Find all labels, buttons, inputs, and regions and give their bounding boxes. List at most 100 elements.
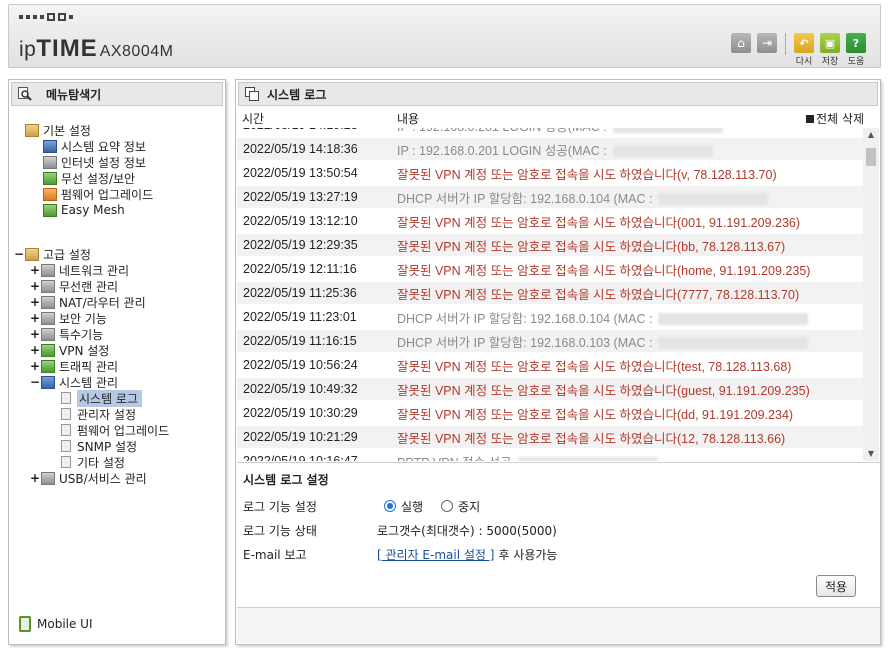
log-row: 2022/05/19 11:23:01 DHCP 서버가 IP 할당함: 192.… (237, 306, 864, 328)
radio-stop[interactable]: 중지 (441, 498, 480, 515)
page-icon (61, 408, 71, 420)
tree-item-wireless-security[interactable]: 무선 설정/보안 (43, 170, 135, 186)
redacted-mac (612, 128, 723, 134)
tree-item-traffic[interactable]: + 트래픽 관리 (29, 358, 118, 374)
log-message-text: IP : 192.168.0.201 LOGIN 성공(MAC : (397, 143, 607, 158)
log-time: 2022/05/19 13:50:54 (243, 166, 358, 180)
log-row: 2022/05/19 13:12:10 잘못된 VPN 계정 또는 암호로 접속을… (237, 210, 864, 232)
tree-item-system-manage[interactable]: − 시스템 관리 (29, 374, 118, 390)
tree-advanced-settings[interactable]: − 고급 설정 (13, 246, 91, 262)
menu-explorer-panel: 메뉴탐색기 기본 설정 시스템 요약 정보 인터넷 설정 정보 무선 설정/보안… (8, 79, 226, 645)
tree-label: 기본 설정 (43, 123, 91, 138)
radio-run[interactable]: 실행 (384, 498, 423, 515)
expand-toggle-icon[interactable]: + (29, 471, 41, 485)
tree-label: USB/서비스 관리 (59, 471, 147, 486)
logout-icon[interactable]: ⇥ (757, 33, 777, 53)
tree-label: 특수기능 (59, 327, 104, 342)
tree-item-system-summary[interactable]: 시스템 요약 정보 (43, 138, 146, 154)
tree-item-internet-info[interactable]: 인터넷 설정 정보 (43, 154, 146, 170)
log-message: IP : 192.168.0.201 LOGIN 성공(MAC : (397, 128, 723, 135)
tree-item-easy-mesh[interactable]: Easy Mesh (43, 202, 125, 218)
log-message-text: 잘못된 VPN 계정 또는 암호로 접속을 시도 하였습니다(guest, 91… (397, 383, 810, 398)
log-time: 2022/05/19 11:16:15 (243, 334, 357, 348)
log-row: 2022/05/19 11:25:36 잘못된 VPN 계정 또는 암호로 접속을… (237, 282, 864, 304)
log-message-text: DHCP 서버가 IP 할당함: 192.168.0.104 (MAC : (397, 311, 653, 326)
log-message: 잘못된 VPN 계정 또는 암호로 접속을 시도 하였습니다(dd, 91.19… (397, 404, 793, 423)
log-row: 2022/05/19 10:16:47 PPTP VPN 접속 성공 (237, 450, 864, 461)
apply-button[interactable]: 적용 (816, 575, 856, 597)
network-icon (41, 263, 55, 277)
tree-item-system-log[interactable]: 시스템 로그 (61, 389, 143, 407)
tree-item-special[interactable]: + 특수기능 (29, 326, 103, 342)
save-icon: ▣ (820, 33, 840, 53)
expand-toggle-icon[interactable]: + (29, 311, 41, 325)
tree-label: Easy Mesh (61, 203, 125, 217)
scroll-up-icon[interactable]: ▲ (863, 128, 879, 142)
log-row: 2022/05/19 10:21:29 잘못된 VPN 계정 또는 암호로 접속을… (237, 426, 864, 448)
tree-label: NAT/라우터 관리 (59, 295, 146, 310)
collapse-toggle-icon[interactable]: − (13, 247, 25, 261)
redacted-mac (658, 337, 809, 350)
tree-item-snmp[interactable]: SNMP 설정 (61, 438, 137, 454)
page-icon (61, 456, 71, 468)
traffic-icon (41, 359, 55, 373)
tree-item-vpn[interactable]: + VPN 설정 (29, 342, 109, 358)
expand-toggle-icon[interactable]: + (29, 295, 41, 309)
log-message-text: PPTP VPN 접속 성공 (397, 456, 512, 462)
log-message: DHCP 서버가 IP 할당함: 192.168.0.104 (MAC : (397, 188, 769, 207)
log-message-text: 잘못된 VPN 계정 또는 암호로 접속을 시도 하였습니다(test, 78.… (397, 359, 792, 374)
lock-icon (41, 311, 55, 325)
tree-item-security[interactable]: + 보안 기능 (29, 310, 107, 326)
log-row: 2022/05/19 14:18:36 IP : 192.168.0.201 LO… (237, 138, 864, 160)
tree-item-etc-settings[interactable]: 기타 설정 (61, 454, 125, 470)
expand-toggle-icon[interactable]: + (29, 359, 41, 373)
expand-toggle-icon[interactable]: + (29, 327, 41, 341)
tree-item-usb-service[interactable]: + USB/서비스 관리 (29, 470, 147, 486)
chart-icon (43, 139, 57, 153)
system-log-label: 시스템 로그 (267, 87, 327, 102)
log-settings-section: 시스템 로그 설정 로그 기능 설정 실행 중지 로그 기능 상태 로그갯수(최… (237, 462, 880, 605)
mesh-icon (43, 203, 57, 217)
radio-stop-icon (441, 500, 454, 512)
vpn-icon (41, 343, 55, 357)
scroll-thumb[interactable] (866, 148, 876, 166)
tree-label: 무선 설정/보안 (61, 171, 136, 186)
tree-label: 펌웨어 업그레이드 (77, 423, 170, 438)
log-settings-title: 시스템 로그 설정 (243, 473, 329, 487)
special-icon (41, 327, 55, 341)
expand-toggle-icon[interactable]: + (29, 263, 41, 277)
tree-item-admin-settings[interactable]: 관리자 설정 (61, 406, 136, 422)
tree-label: 네트워크 관리 (59, 263, 130, 278)
admin-email-settings-link[interactable]: [ 관리자 E-mail 설정 ] (377, 546, 494, 563)
log-list[interactable]: 2022/05/19 14:19:23 IP : 192.168.0.201 LO… (237, 128, 864, 461)
log-message: 잘못된 VPN 계정 또는 암호로 접속을 시도 하였습니다(12, 78.12… (397, 428, 785, 447)
tree-label: SNMP 설정 (77, 439, 138, 454)
help-button[interactable]: ? 도움 (846, 33, 866, 67)
collapse-toggle-icon[interactable]: − (29, 375, 41, 389)
tree-item-firmware-advanced[interactable]: 펌웨어 업그레이드 (61, 422, 169, 438)
expand-toggle-icon[interactable]: + (29, 343, 41, 357)
tree-label: 무선랜 관리 (59, 279, 119, 294)
log-time: 2022/05/19 13:12:10 (243, 214, 358, 228)
log-time: 2022/05/19 10:21:29 (243, 430, 358, 444)
delete-all-button[interactable]: 전체 삭제 (806, 110, 864, 127)
system-log-panel: 시스템 로그 시간 내용 전체 삭제 2022/05/19 14:19:23 IP… (235, 79, 881, 645)
log-scrollbar[interactable]: ▲ ▼ (863, 128, 879, 461)
tree-basic-settings[interactable]: 기본 설정 (25, 122, 91, 138)
save-button[interactable]: ▣ 저장 (820, 33, 840, 67)
wlan-icon (41, 279, 55, 293)
tree-item-nat-router[interactable]: + NAT/라우터 관리 (29, 294, 146, 310)
page-icon (61, 440, 71, 452)
home-icon[interactable]: ⌂ (731, 33, 751, 53)
scroll-down-icon[interactable]: ▼ (863, 447, 879, 461)
tree-item-firmware-basic[interactable]: 펌웨어 업그레이드 (43, 186, 153, 202)
tree-item-wlan[interactable]: + 무선랜 관리 (29, 278, 118, 294)
tree-item-network[interactable]: + 네트워크 관리 (29, 262, 129, 278)
expand-toggle-icon[interactable]: + (29, 279, 41, 293)
mobile-ui-link[interactable]: Mobile UI (19, 616, 93, 632)
log-function-row: 로그 기능 설정 실행 중지 (243, 497, 480, 515)
help-label: 도움 (847, 57, 865, 67)
tree-label: 관리자 설정 (77, 407, 137, 422)
page-icon (61, 392, 71, 404)
undo-button[interactable]: ↶ 다시 (794, 33, 814, 67)
